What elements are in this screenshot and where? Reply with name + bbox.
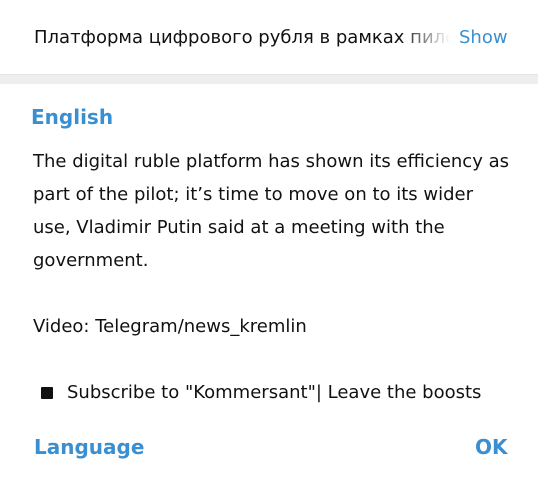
original-text: Платформа цифрового рубля в рамках пилот… (34, 27, 450, 48)
subscribe-text: Subscribe to "Kommersant"| Leave the boo… (67, 382, 482, 403)
language-button[interactable]: Language (34, 434, 144, 460)
translate-dialog: Платформа цифрового рубля в рамках пилот… (0, 0, 538, 484)
translated-video-credit: Video: Telegram/news_kremlin (33, 316, 307, 337)
translated-paragraph: The digital ruble platform has shown its… (33, 151, 509, 271)
show-original-button[interactable]: Show (459, 26, 508, 50)
black-square-icon (41, 386, 53, 399)
ok-button[interactable]: OK (475, 434, 508, 460)
translated-text: The digital ruble platform has shown its… (33, 145, 513, 409)
translated-subscribe-line: Subscribe to "Kommersant"| Leave the boo… (33, 376, 513, 409)
translation-language-label: English (31, 105, 114, 129)
section-divider (0, 74, 538, 84)
original-text-row: Платформа цифрового рубля в рамках пилот… (0, 0, 538, 74)
